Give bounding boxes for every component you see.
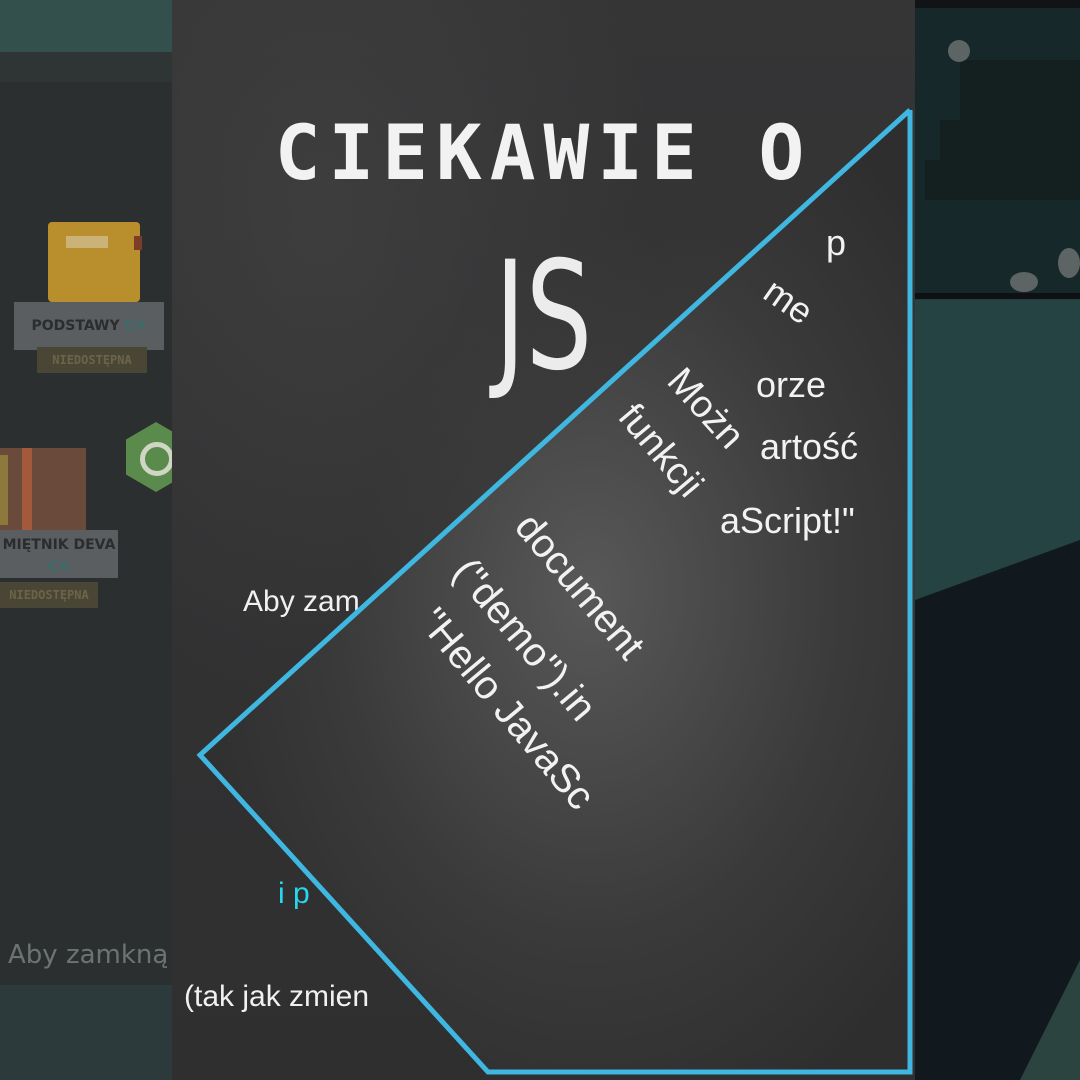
diary-spine-decoration — [0, 455, 8, 525]
course-menu-footer-band — [0, 985, 172, 1080]
course-menu-band — [0, 52, 172, 82]
fold-text-line: aScript!" — [720, 500, 855, 541]
stair-step — [925, 160, 1080, 200]
course-title-accent: C# — [47, 559, 70, 575]
rock-icon — [1010, 272, 1038, 292]
course-title-text: MIĘTNIK DEVA — [2, 537, 116, 553]
close-hint-text: Aby zamkną — [8, 940, 169, 970]
course-title-text: PODSTAWY — [31, 318, 125, 334]
stair-step — [960, 60, 1080, 120]
rock-icon — [1058, 248, 1080, 278]
diary-icon — [0, 448, 86, 538]
chalkboard-text-line: Aby zam — [243, 585, 360, 618]
course-title-accent: C# — [124, 318, 147, 334]
chalkboard-subtitle: JS — [494, 230, 593, 404]
ring-icon — [140, 442, 174, 476]
stair-step — [940, 120, 1080, 160]
book-strap-decoration — [134, 236, 142, 250]
game-scene-top-edge — [915, 0, 1080, 8]
chalkboard-text-line: i p — [278, 877, 310, 910]
book-icon — [48, 222, 140, 302]
chalkboard-text-line: (tak jak zmien — [184, 980, 370, 1013]
chalkboard-title: CIEKAWIE O — [274, 108, 813, 197]
fold-text-line: artość — [760, 426, 859, 467]
fold-text-line: p — [826, 222, 847, 263]
course-status-badge: NIEDOSTĘPNA — [37, 347, 147, 373]
book-label-decoration — [66, 236, 108, 248]
course-menu-header — [0, 0, 172, 52]
course-title: MIĘTNIK DEVA C# — [0, 530, 118, 578]
course-title: PODSTAWY C# — [14, 302, 164, 350]
rock-icon — [948, 40, 970, 62]
course-status-badge: NIEDOSTĘPNA — [0, 582, 98, 608]
diary-stripe-decoration — [22, 448, 32, 538]
fold-text-line: orze — [756, 364, 827, 405]
